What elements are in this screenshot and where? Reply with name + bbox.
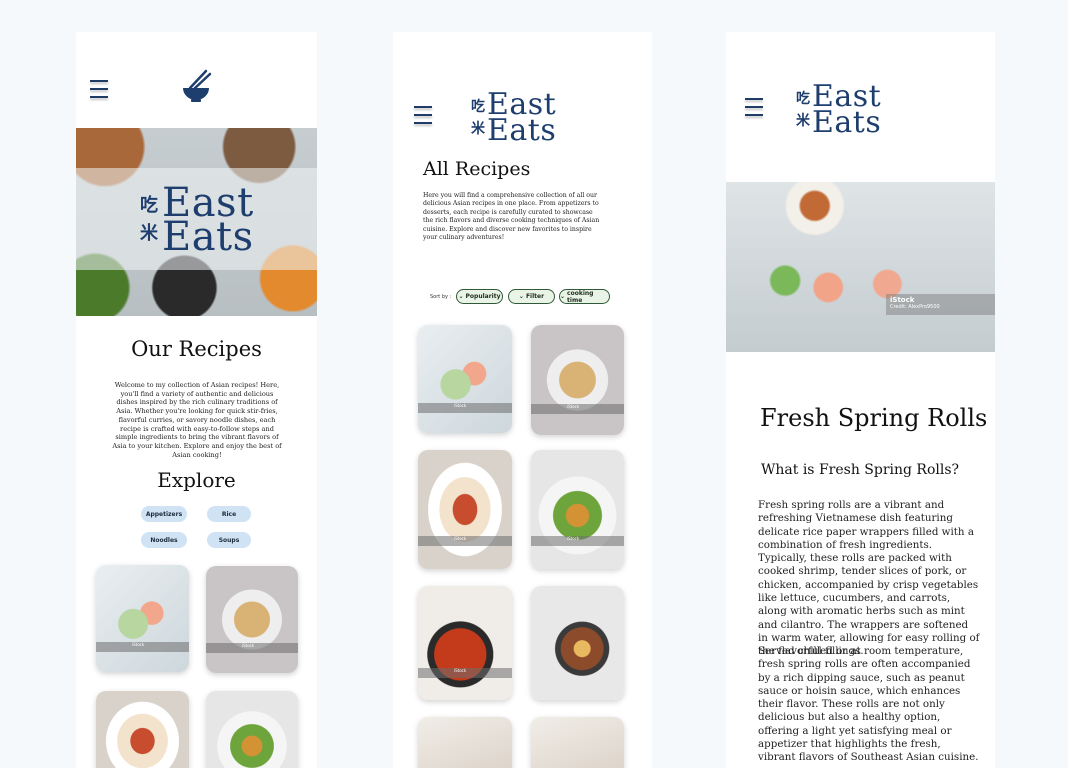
- logo-word-eats: Eats: [812, 104, 882, 140]
- recipe-card[interactable]: iStock: [531, 450, 624, 569]
- recipe-card[interactable]: iStock: [418, 450, 512, 569]
- stock-watermark: iStock: [531, 535, 624, 546]
- sort-cooking-time[interactable]: ⌄ cooking time: [559, 289, 610, 304]
- chevron-down-icon: ⌄: [518, 293, 524, 300]
- home-screen: 吃 米 East Eats Our Recipes Welcome to my …: [76, 32, 317, 768]
- photo-watermark: iStock Credit: AlexPro9500: [886, 294, 995, 315]
- logo-char-bottom: 米: [471, 120, 485, 137]
- chevron-down-icon: ⌄: [458, 293, 464, 300]
- hero-banner: 吃 米 East Eats: [76, 128, 317, 316]
- sort-label: Sort by :: [430, 294, 452, 300]
- recipe-detail-screen: 吃 米 East Eats iStock Credit: AlexPro9500…: [726, 32, 995, 768]
- stock-watermark: iStock: [206, 643, 298, 654]
- logo-char-top: 吃: [796, 90, 810, 107]
- recipe-title: Fresh Spring Rolls: [760, 404, 988, 432]
- menu-icon[interactable]: [414, 106, 432, 130]
- brand-logo[interactable]: 吃 米 East Eats: [471, 90, 557, 148]
- menu-icon[interactable]: [745, 98, 763, 122]
- stock-watermark: iStock: [418, 402, 512, 413]
- stock-watermark: iStock: [418, 535, 512, 546]
- brand-logo: 吃 米 East Eats: [140, 183, 254, 260]
- sort-option-label: cooking time: [567, 289, 594, 304]
- logo-char-top: 吃: [471, 98, 485, 115]
- recipe-card[interactable]: iStock: [96, 565, 189, 672]
- page-title: Our Recipes: [131, 337, 262, 361]
- logo-char-bottom: 米: [140, 223, 158, 244]
- recipe-description: Fresh spring rolls are a vibrant and ref…: [758, 499, 980, 658]
- recipe-card[interactable]: [418, 717, 512, 768]
- stock-watermark: iStock: [418, 668, 512, 679]
- sort-popularity[interactable]: ⌄ Popularity: [456, 289, 503, 304]
- recipe-serving-info: Served chilled or at room temperature, f…: [758, 645, 979, 764]
- category-soups[interactable]: Soups: [207, 532, 251, 548]
- logo-word-eats: Eats: [487, 112, 557, 148]
- recipe-card[interactable]: [531, 586, 624, 700]
- logo-word-eats: Eats: [162, 214, 254, 260]
- sort-option-label: Filter: [525, 293, 545, 300]
- stock-watermark: iStock: [531, 404, 624, 415]
- page-title: All Recipes: [423, 158, 531, 180]
- recipe-subtitle: What is Fresh Spring Rolls?: [761, 462, 960, 478]
- chevron-down-icon: ⌄: [560, 293, 566, 300]
- recipe-photo: iStock Credit: AlexPro9500: [726, 182, 995, 352]
- intro-text: Here you will find a comprehensive colle…: [423, 192, 600, 242]
- recipe-card[interactable]: [206, 691, 298, 768]
- logo-char-top: 吃: [140, 195, 158, 216]
- menu-icon[interactable]: [90, 80, 108, 104]
- logo-char-bottom: 米: [796, 112, 810, 129]
- category-noodles[interactable]: Noodles: [141, 532, 187, 548]
- photo-stock-label: iStock: [890, 296, 915, 304]
- intro-text: Welcome to my collection of Asian recipe…: [112, 381, 282, 459]
- recipe-card[interactable]: iStock: [418, 325, 512, 433]
- sort-filter[interactable]: ⌄ Filter: [508, 289, 555, 304]
- recipe-card[interactable]: [531, 717, 624, 768]
- explore-title: Explore: [157, 468, 236, 492]
- recipe-card[interactable]: iStock: [418, 586, 512, 700]
- photo-credit: Credit: AlexPro9500: [890, 304, 940, 310]
- stock-watermark: iStock: [96, 642, 189, 653]
- all-recipes-screen: 吃 米 East Eats All Recipes Here you will …: [393, 32, 652, 768]
- sort-option-label: Popularity: [465, 293, 501, 300]
- recipe-card[interactable]: [96, 691, 189, 768]
- category-rice[interactable]: Rice: [207, 506, 251, 522]
- recipe-card[interactable]: iStock: [206, 566, 298, 673]
- recipe-card[interactable]: iStock: [531, 325, 624, 435]
- category-appetizers[interactable]: Appetizers: [141, 506, 187, 522]
- bowl-chopsticks-icon[interactable]: [180, 68, 212, 104]
- brand-logo[interactable]: 吃 米 East Eats: [796, 82, 882, 140]
